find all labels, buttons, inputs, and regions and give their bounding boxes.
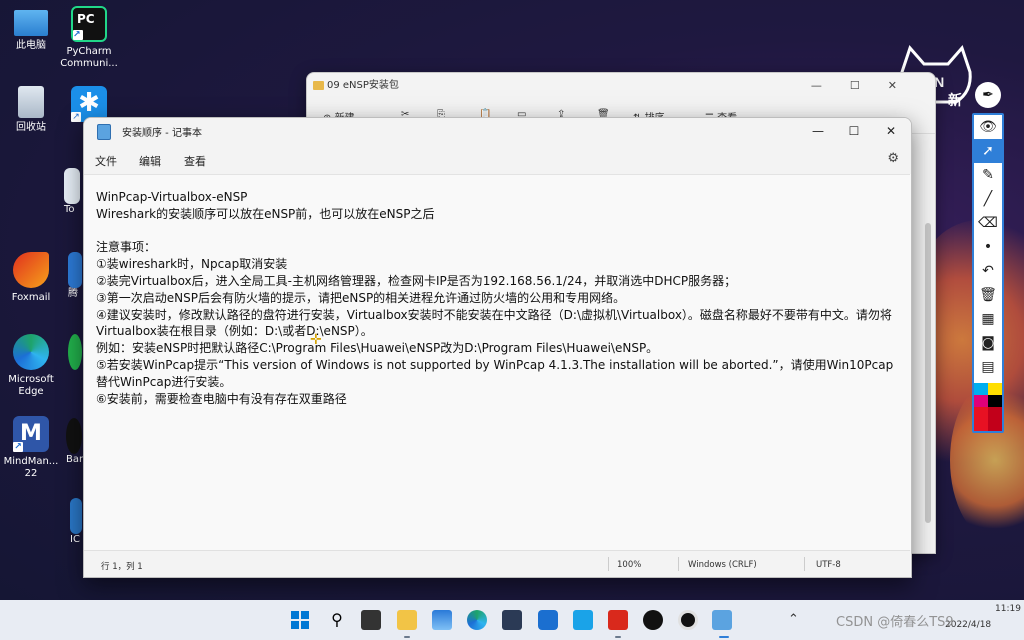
notepad-title: 安装顺序 - 记事本 (122, 128, 202, 139)
pycharm-short: PC (77, 12, 95, 26)
file-explorer-taskbar-icon[interactable] (397, 610, 417, 630)
desktop-icon-label: 此电脑 (16, 40, 46, 51)
shortcut-arrow-icon: ↗ (73, 30, 83, 40)
explorer-titlebar[interactable]: 09 eNSP安装包 —☐✕ (307, 73, 935, 99)
notepad-text-area[interactable]: WinPcap-Virtualbox-eNSP Wireshark的安装顺序可以… (84, 174, 910, 549)
line-icon[interactable]: ╱ (974, 187, 1002, 211)
app-hdx-icon[interactable] (502, 610, 522, 630)
desktop-icon-foxmail[interactable]: Foxmail (0, 252, 62, 304)
app-pen-logo-icon[interactable] (643, 610, 663, 630)
app-blue-c-icon[interactable] (538, 610, 558, 630)
mouse-cursor-icon: ✛ (310, 332, 322, 348)
whiteboard-icon[interactable]: ▦ (974, 307, 1002, 331)
store-icon[interactable] (432, 610, 452, 630)
pycharm-icon: PC ↗ (71, 6, 107, 42)
notepad-menubar: 文件 编辑 查看 ⚙ (84, 144, 911, 174)
search-icon[interactable]: ⚲ (327, 610, 347, 630)
taskbar-time[interactable]: 11:19 (995, 604, 1021, 614)
desktop-icon-label: Foxmail (11, 292, 51, 303)
desktop-icon-recycle-bin[interactable]: 回收站 (0, 86, 62, 134)
status-divider (804, 557, 805, 571)
mindmanager-icon: M ↗ (13, 416, 49, 452)
clipboard-icon[interactable]: ▤ (974, 355, 1002, 379)
partial-icon (68, 252, 82, 288)
status-encoding: UTF-8 (816, 560, 841, 570)
status-cursor-position: 行 1，列 1 (101, 562, 143, 572)
shortcut-arrow-icon: ↗ (13, 442, 23, 452)
desktop-icon-pycharm[interactable]: PC ↗ PyCharm Communi... (58, 6, 120, 70)
camera-icon[interactable]: ◙ (974, 331, 1002, 355)
color-palette[interactable] (974, 383, 1002, 431)
maximize-button[interactable]: ☐ (836, 121, 872, 141)
color-magenta-swatch[interactable] (974, 395, 988, 407)
highlighter-icon[interactable]: ✎ (974, 163, 1002, 187)
edge-taskbar-icon[interactable] (467, 610, 487, 630)
notepad-statusbar: 行 1，列 1 100% Windows (CRLF) UTF-8 (84, 550, 910, 577)
app-record-icon[interactable] (678, 610, 698, 630)
foxmail-icon (13, 252, 49, 288)
partial-icon (64, 168, 80, 204)
running-indicator (404, 636, 410, 638)
color-darkred-swatch[interactable] (988, 407, 1002, 431)
partial-icon (70, 498, 82, 534)
status-divider (678, 557, 679, 571)
minimize-button[interactable]: — (800, 121, 836, 141)
active-indicator (719, 636, 729, 638)
menu-file[interactable]: 文件 (95, 153, 117, 169)
notepad-app-icon (97, 124, 111, 140)
folder-icon (313, 81, 324, 90)
chevron-up-icon[interactable]: ⌃ (788, 612, 799, 627)
desktop-icon-label: Microsoft Edge (8, 374, 54, 397)
explorer-title: 09 eNSP安装包 (327, 80, 399, 91)
settings-gear-icon[interactable]: ⚙ (887, 151, 899, 166)
annotation-toolbar: 👁 ➚ ✎ ╱ ⌫ • ↶ 🗑 ▦ ◙ ▤ (972, 113, 1004, 433)
shortcut-arrow-icon: ↗ (71, 112, 81, 122)
notepad-window[interactable]: 安装顺序 - 记事本 — ☐ ✕ 文件 编辑 查看 ⚙ WinPcap-Virt… (83, 117, 912, 578)
eraser-icon[interactable]: ⌫ (974, 211, 1002, 235)
trash-icon[interactable]: 🗑 (974, 283, 1002, 307)
eye-icon[interactable]: 👁 (974, 115, 1002, 139)
color-yellow-swatch[interactable] (988, 383, 1002, 395)
monitor-icon (14, 10, 48, 36)
explorer-scrollbar[interactable] (925, 223, 931, 523)
desktop-icon-label: PyCharm Communi... (60, 46, 118, 69)
desktop-icon-edge[interactable]: Microsoft Edge (0, 334, 62, 398)
color-cyan-swatch[interactable] (974, 383, 988, 395)
desktop-icon-label: 回收站 (16, 122, 46, 133)
running-indicator (615, 636, 621, 638)
color-red-swatch[interactable] (974, 407, 988, 431)
watermark: CSDN @倚春么TS9 (836, 615, 954, 630)
status-line-ending: Windows (CRLF) (688, 560, 757, 570)
menu-edit[interactable]: 编辑 (139, 153, 161, 169)
pen-nib-icon: ✒ (975, 82, 1001, 108)
status-zoom: 100% (617, 560, 642, 570)
notepad-titlebar[interactable]: 安装顺序 - 记事本 — ☐ ✕ (84, 118, 911, 144)
close-button[interactable]: ✕ (873, 121, 909, 141)
notepad-taskbar-icon[interactable] (712, 610, 732, 630)
explorer-window-controls[interactable]: —☐✕ (811, 73, 925, 99)
app-red-icon[interactable] (608, 610, 628, 630)
dot-icon[interactable]: • (974, 235, 1002, 259)
partial-icon (68, 334, 82, 370)
task-view-icon[interactable] (361, 610, 381, 630)
desktop-icon-this-pc[interactable]: 此电脑 (0, 6, 62, 52)
notepad-content[interactable]: WinPcap-Virtualbox-eNSP Wireshark的安装顺序可以… (96, 189, 896, 407)
pointer-arrow-icon[interactable]: ➚ (974, 139, 1002, 163)
recycle-bin-icon (18, 86, 44, 118)
desktop-icon-mindmanager[interactable]: M ↗ MindMan... 22 (0, 416, 62, 480)
partial-icon (66, 418, 82, 454)
windows-start-icon[interactable] (290, 610, 310, 630)
color-black-swatch[interactable] (988, 395, 1002, 407)
edge-icon (13, 334, 49, 370)
app-blue-pen-icon[interactable] (573, 610, 593, 630)
undo-icon[interactable]: ↶ (974, 259, 1002, 283)
menu-view[interactable]: 查看 (184, 153, 206, 169)
foxin-cn-label: 新 (948, 93, 962, 109)
desktop-icon-label: MindMan... 22 (3, 456, 59, 479)
status-divider (608, 557, 609, 571)
